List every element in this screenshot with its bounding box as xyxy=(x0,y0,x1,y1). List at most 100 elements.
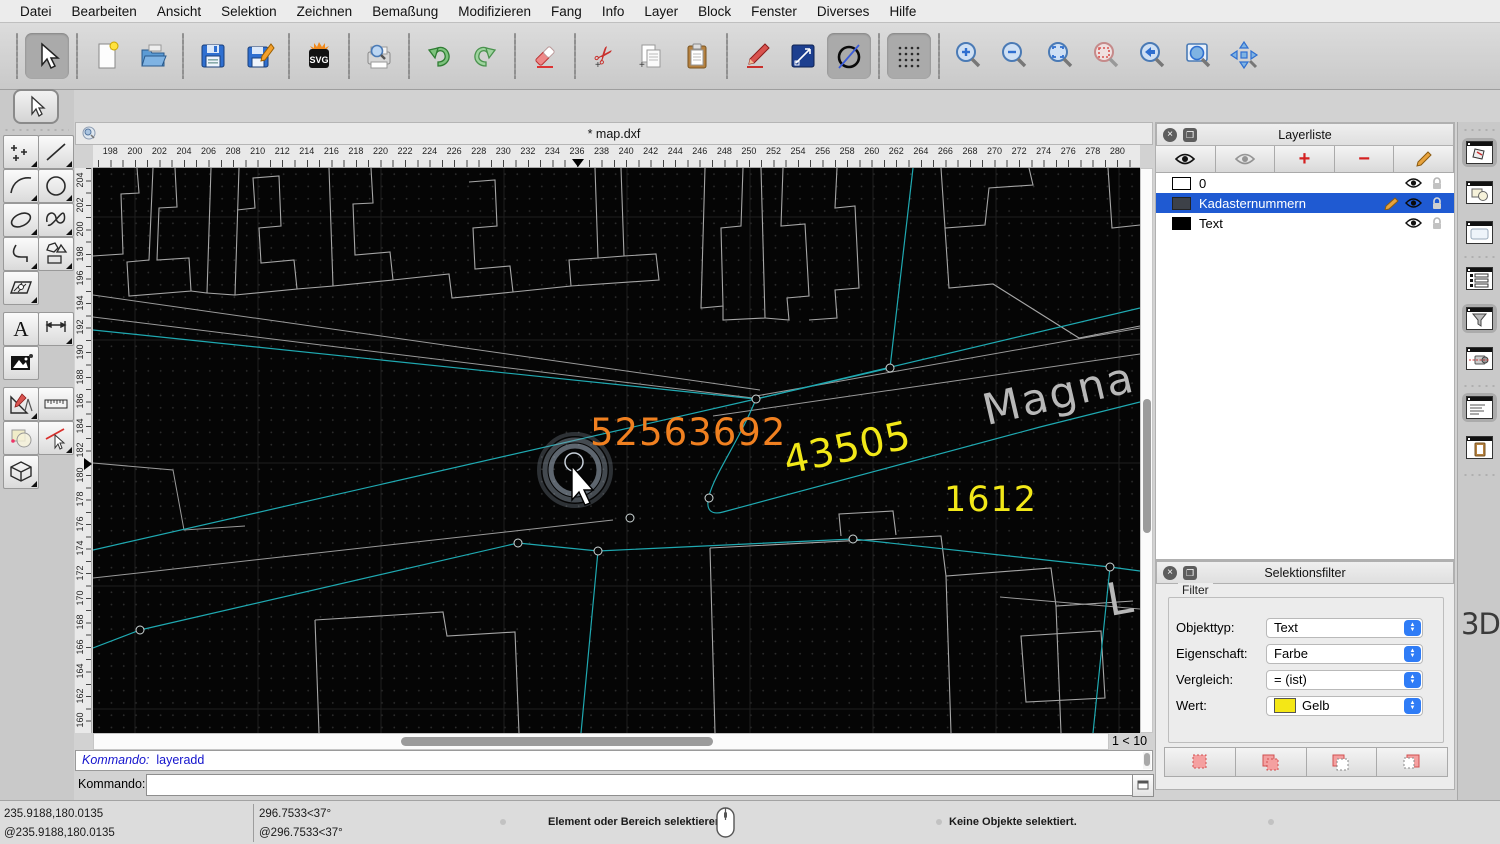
tool-boolean-clip[interactable] xyxy=(3,421,39,455)
zoom-selection-button[interactable] xyxy=(1085,33,1129,79)
remove-layer-button[interactable]: − xyxy=(1335,146,1395,172)
tool-arc[interactable] xyxy=(3,169,39,203)
zoom-fit-button[interactable] xyxy=(1039,33,1083,79)
menu-item[interactable]: Ansicht xyxy=(147,0,211,23)
add-layer-button[interactable]: + xyxy=(1275,146,1335,172)
menu-item[interactable]: Layer xyxy=(634,0,688,23)
command-console-button[interactable] xyxy=(1132,774,1154,797)
menu-item[interactable]: Selektion xyxy=(211,0,287,23)
inspector-window-button[interactable] xyxy=(1462,218,1497,247)
layer-row[interactable]: Text xyxy=(1156,213,1454,233)
3d-mode-label[interactable]: 3D xyxy=(1461,607,1500,641)
open-file-button[interactable] xyxy=(131,33,175,79)
stepper-icon[interactable]: ▲▼ xyxy=(1404,672,1421,688)
command-window-button[interactable] xyxy=(1462,393,1497,422)
edit-layer-button[interactable] xyxy=(1394,146,1454,172)
menu-item[interactable]: Datei xyxy=(10,0,62,23)
pan-button[interactable] xyxy=(1223,33,1267,79)
zoom-in-button[interactable] xyxy=(947,33,991,79)
tool-trim[interactable] xyxy=(38,421,74,455)
vergleich-select[interactable]: = (ist) ▲▼ xyxy=(1266,670,1423,690)
document-title-bar[interactable]: * map.dxf xyxy=(75,122,1153,145)
tool-construction[interactable] xyxy=(3,387,39,421)
close-icon[interactable]: × xyxy=(1163,566,1177,580)
layer-visible-icon[interactable] xyxy=(1404,194,1422,212)
layer-edit-icon[interactable] xyxy=(1382,194,1400,212)
command-input[interactable] xyxy=(146,774,1136,796)
scrollbar-thumb[interactable] xyxy=(401,737,713,746)
tools-window-button[interactable] xyxy=(1462,138,1497,167)
layer-lock-icon[interactable] xyxy=(1428,194,1446,212)
palette-drag-dots[interactable] xyxy=(3,128,69,132)
layer-lock-icon[interactable] xyxy=(1428,214,1446,232)
tool-polygon-shapes[interactable] xyxy=(38,237,74,271)
close-icon[interactable]: × xyxy=(1163,128,1177,142)
menu-item[interactable]: Block xyxy=(688,0,741,23)
transform-window-button[interactable] xyxy=(1462,344,1497,373)
svg-export-button[interactable]: SVG xyxy=(297,33,341,79)
tool-ruler[interactable] xyxy=(38,387,74,421)
scrollbar-thumb[interactable] xyxy=(1143,399,1151,533)
canvas-horizontal-scrollbar[interactable] xyxy=(93,733,1109,750)
menu-item[interactable]: Fang xyxy=(541,0,592,23)
stepper-icon[interactable]: ▲▼ xyxy=(1404,698,1421,714)
hide-all-layers-button[interactable] xyxy=(1216,146,1276,172)
edit-pencil-button[interactable] xyxy=(735,33,779,79)
select-intersect-button[interactable] xyxy=(1377,748,1447,776)
menu-item[interactable]: Modifizieren xyxy=(448,0,541,23)
tool-dimension[interactable] xyxy=(38,312,74,346)
tool-hatch[interactable] xyxy=(3,271,39,305)
layer-list-window-button[interactable] xyxy=(1462,264,1497,293)
redo-button[interactable] xyxy=(463,33,507,79)
detach-window-icon[interactable]: ❐ xyxy=(1183,128,1197,142)
stepper-icon[interactable]: ▲▼ xyxy=(1404,620,1421,636)
menu-item[interactable]: Info xyxy=(592,0,635,23)
layer-row[interactable]: 0 xyxy=(1156,173,1454,193)
clipboard-window-button[interactable] xyxy=(1462,433,1497,462)
shapes-window-button[interactable] xyxy=(1462,178,1497,207)
tool-circle[interactable] xyxy=(38,169,74,203)
measure-button[interactable] xyxy=(781,33,825,79)
layer-visible-icon[interactable] xyxy=(1404,214,1422,232)
detach-window-icon[interactable]: ❐ xyxy=(1183,566,1197,580)
cut-button[interactable]: ✂+ xyxy=(583,33,627,79)
tool-image[interactable] xyxy=(3,346,39,380)
circle-slash-button[interactable] xyxy=(827,33,871,79)
scrollbar-thumb[interactable] xyxy=(1144,753,1150,766)
show-all-layers-button[interactable] xyxy=(1156,146,1216,172)
canvas-vertical-scrollbar[interactable] xyxy=(1140,168,1153,733)
tool-ellipse[interactable] xyxy=(3,203,39,237)
select-arrow-button[interactable] xyxy=(25,33,69,79)
menu-item[interactable]: Bearbeiten xyxy=(62,0,147,23)
eigenschaft-select[interactable]: Farbe ▲▼ xyxy=(1266,644,1423,664)
select-add-button[interactable] xyxy=(1236,748,1307,776)
undo-button[interactable] xyxy=(417,33,461,79)
layer-row-selected[interactable]: Kadasternummern xyxy=(1156,193,1454,213)
menu-item[interactable]: Bemaßung xyxy=(362,0,448,23)
zoom-window-button[interactable] xyxy=(1177,33,1221,79)
tool-line[interactable] xyxy=(38,135,74,169)
menu-item[interactable]: Fenster xyxy=(741,0,807,23)
stepper-icon[interactable]: ▲▼ xyxy=(1404,646,1421,662)
tool-text[interactable]: A xyxy=(3,312,39,346)
tool-points[interactable] xyxy=(3,135,39,169)
tool-3d-box[interactable] xyxy=(3,455,39,489)
grid-snap-button[interactable] xyxy=(887,33,931,79)
drawing-canvas[interactable]: 52563692 43505 1612 Magna A L xyxy=(93,168,1140,733)
layer-color-swatch[interactable] xyxy=(1172,177,1191,190)
tool-polyline[interactable] xyxy=(3,237,39,271)
palette-select-button[interactable] xyxy=(13,89,59,124)
menu-item[interactable]: Diverses xyxy=(807,0,880,23)
wert-select[interactable]: Gelb ▲▼ xyxy=(1266,696,1423,716)
menu-item[interactable]: Hilfe xyxy=(879,0,926,23)
print-preview-button[interactable] xyxy=(357,33,401,79)
tool-freeform-curve[interactable] xyxy=(38,203,74,237)
menu-item[interactable]: Zeichnen xyxy=(287,0,363,23)
save-button[interactable] xyxy=(191,33,235,79)
select-subtract-button[interactable] xyxy=(1307,748,1378,776)
layer-color-swatch[interactable] xyxy=(1172,217,1191,230)
sidebar-drag-dots[interactable] xyxy=(1462,128,1496,132)
new-document-button[interactable] xyxy=(85,33,129,79)
filter-window-button[interactable] xyxy=(1462,304,1497,333)
zoom-previous-button[interactable] xyxy=(1131,33,1175,79)
